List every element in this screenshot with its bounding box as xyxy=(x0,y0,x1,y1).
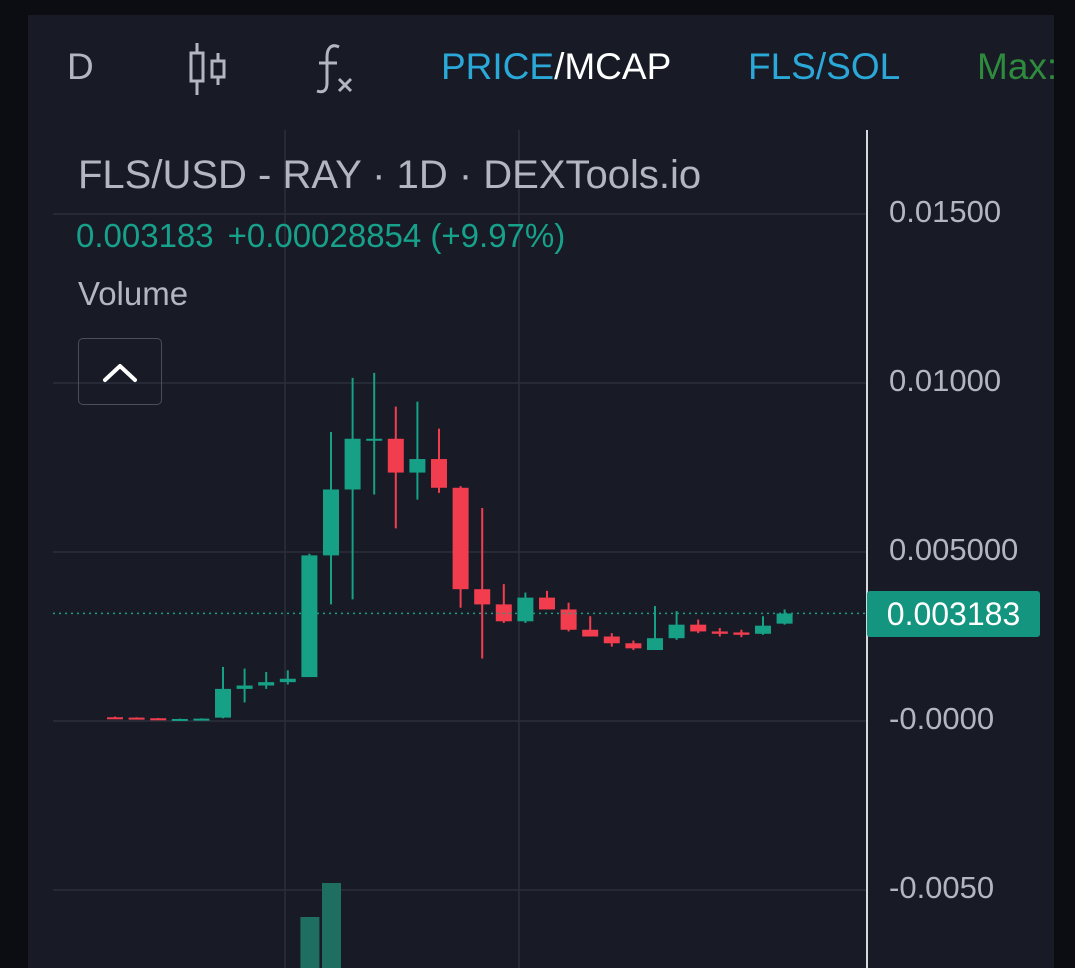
legend-values: 0.003183 +0.00028854 (+9.97%) xyxy=(76,217,579,255)
candle xyxy=(431,428,447,493)
candle xyxy=(755,616,771,635)
y-tick-label: 0.005000 xyxy=(889,532,1019,567)
candle-body xyxy=(409,459,426,473)
candle-body xyxy=(560,609,577,630)
candle xyxy=(495,584,512,623)
candle-body xyxy=(711,631,728,634)
candle xyxy=(603,633,620,647)
candle-body xyxy=(107,717,123,720)
volume-bar xyxy=(300,917,320,968)
candle-body xyxy=(150,718,167,721)
candle-body xyxy=(431,459,447,488)
candle xyxy=(560,602,577,632)
candle-body xyxy=(539,597,555,610)
candle xyxy=(733,629,750,638)
candle-body xyxy=(366,438,383,441)
candle-body xyxy=(474,589,491,605)
candle-body xyxy=(301,555,318,678)
candle xyxy=(668,611,685,640)
candle-body xyxy=(647,638,663,651)
candle-body xyxy=(517,597,534,622)
candle-body xyxy=(387,438,404,473)
legend-last-price: 0.003183 xyxy=(76,217,214,254)
legend-volume-label: Volume xyxy=(78,275,189,312)
legend-change: +0.00028854 (+9.97%) xyxy=(227,217,566,254)
candle xyxy=(539,590,555,610)
volume-layer xyxy=(300,883,341,968)
candle xyxy=(582,616,599,637)
candle-body xyxy=(344,438,361,490)
y-tick-label: 0.01500 xyxy=(889,194,1002,229)
candle-body xyxy=(171,718,188,721)
candle-layer xyxy=(107,372,793,721)
candle-body xyxy=(236,685,253,689)
candle-body xyxy=(128,717,145,720)
candle xyxy=(323,432,339,605)
candle xyxy=(193,718,210,721)
candle-body xyxy=(690,624,707,632)
candle xyxy=(690,619,707,634)
candle xyxy=(625,640,642,651)
candle xyxy=(409,401,426,500)
candle xyxy=(150,717,167,721)
y-tick-label: -0.0000 xyxy=(889,701,995,736)
candle xyxy=(279,670,296,685)
chart-frame: D PRICE/MCAP FLS/SOL Max: FLS/USD - RAY … xyxy=(28,15,1054,968)
y-tick-label: -0.0050 xyxy=(889,870,995,905)
volume-bar xyxy=(322,883,341,968)
candle-body xyxy=(193,718,210,721)
candle-body xyxy=(733,632,750,635)
candle-body xyxy=(625,643,642,649)
candle xyxy=(711,628,728,637)
chevron-up-icon xyxy=(103,363,137,382)
chart-title: FLS/USD - RAY · 1D · DEXTools.io xyxy=(78,153,702,197)
candle xyxy=(344,377,361,600)
candle-body xyxy=(323,489,339,556)
candle-body xyxy=(452,487,469,590)
candle-body xyxy=(776,613,793,624)
candle xyxy=(366,372,383,495)
candle-body xyxy=(582,629,599,637)
candle xyxy=(301,553,318,678)
candle xyxy=(776,609,793,625)
candle xyxy=(107,716,123,720)
candle-body xyxy=(279,678,296,683)
candle-body xyxy=(258,682,275,686)
candle xyxy=(517,592,534,623)
candle-body xyxy=(215,688,231,718)
candle-body xyxy=(668,624,685,639)
candle xyxy=(236,668,253,703)
candle-body xyxy=(755,625,771,634)
candle xyxy=(128,717,145,720)
candle xyxy=(258,671,275,689)
legend-collapse-button[interactable] xyxy=(78,338,162,405)
candle xyxy=(387,406,404,529)
y-tick-label: 0.01000 xyxy=(889,363,1002,398)
candle-body xyxy=(603,636,620,644)
candle xyxy=(171,718,188,721)
candle xyxy=(474,508,491,659)
last-price-badge: 0.003183 xyxy=(867,591,1040,637)
candle xyxy=(215,666,231,719)
candle xyxy=(452,486,469,608)
